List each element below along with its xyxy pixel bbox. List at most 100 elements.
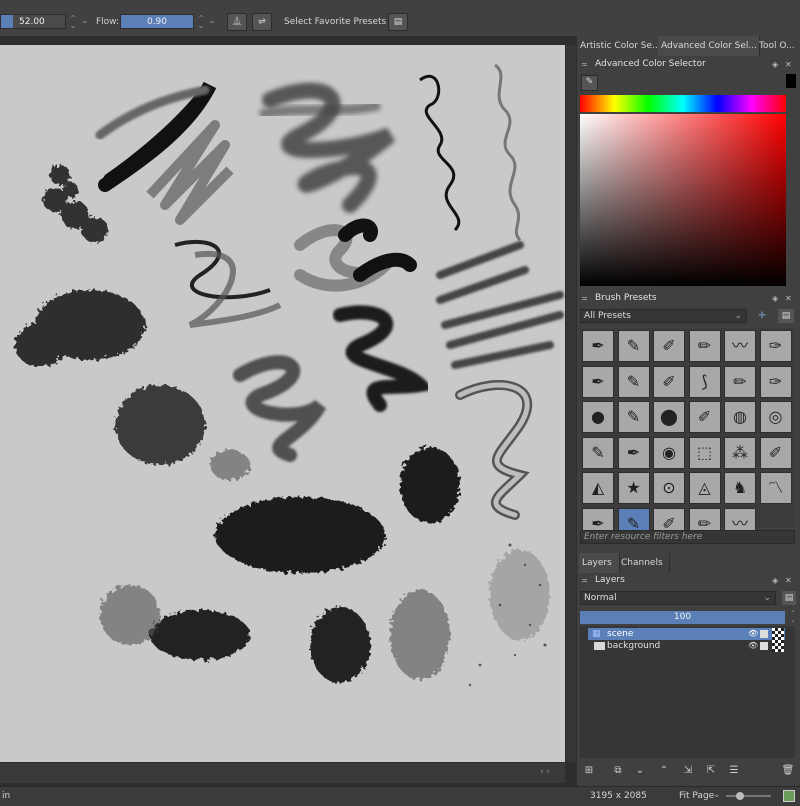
brush-tip-icon: 〰 xyxy=(731,336,748,355)
size-dropdown-icon[interactable]: ⌄ xyxy=(81,16,89,26)
current-color-swatch[interactable] xyxy=(786,74,796,88)
brush-preset-thumbnail[interactable]: ✎ xyxy=(617,365,650,398)
brush-preset-thumbnail[interactable]: ◍ xyxy=(724,401,756,433)
layer-properties-icon[interactable]: ▤ xyxy=(782,591,796,605)
brush-preset-thumbnail[interactable]: ⬤ xyxy=(653,401,685,433)
close-icon[interactable]: ✕ xyxy=(785,292,792,305)
canvas-vertical-scrollbar[interactable] xyxy=(566,45,576,762)
flatten-icon[interactable]: ⇱ xyxy=(703,763,719,779)
float-icon[interactable]: ◈ xyxy=(772,58,778,71)
layer-row-scene[interactable]: ▦ scene 👁 xyxy=(588,628,785,640)
favorite-presets-label[interactable]: Select Favorite Presets xyxy=(284,17,386,27)
delete-layer-icon[interactable]: 🗑 xyxy=(780,763,796,779)
brush-tip-icon: ✏ xyxy=(697,336,712,355)
status-text: in xyxy=(2,791,11,801)
brush-preset-thumbnail[interactable]: ⁂ xyxy=(724,436,756,469)
zoom-mode-select[interactable]: Fit Page xyxy=(679,791,714,801)
brush-preset-thumbnail[interactable]: ✎ xyxy=(617,401,650,433)
opacity-slider[interactable]: 100 xyxy=(580,611,785,624)
brush-preset-thumbnail[interactable]: ◭ xyxy=(582,472,614,504)
brush-preset-thumbnail[interactable]: 〰 xyxy=(724,330,756,362)
brush-preset-thumbnail[interactable]: ✒ xyxy=(617,436,650,469)
brush-preset-thumbnail[interactable]: ✐ xyxy=(653,330,685,362)
tab-channels[interactable]: Channels xyxy=(618,553,670,573)
brush-preset-thumbnail[interactable]: ♞ xyxy=(724,472,756,504)
tab-artistic-color-selector[interactable]: Artistic Color Se... xyxy=(577,36,662,56)
collapse-icon[interactable]: ≍ xyxy=(581,292,588,305)
opacity-spin-icon[interactable]: ⌃ ⌄ xyxy=(788,610,798,625)
flow-spin-arrows-icon[interactable]: ⌃ ⌄ xyxy=(196,15,206,30)
close-icon[interactable]: ✕ xyxy=(785,58,792,71)
brush-preset-thumbnail[interactable]: ✑ xyxy=(759,365,792,398)
brush-preset-thumbnail[interactable]: ✏ xyxy=(724,365,756,398)
mirror-horizontal-icon[interactable]: ⏅ xyxy=(227,13,247,31)
brush-preset-thumbnail[interactable]: 〽 xyxy=(759,472,792,504)
status-bar: in 3195 x 2085 Fit Page ⌄ xyxy=(0,786,800,806)
brush-preset-thumbnail[interactable]: ⬚ xyxy=(688,436,721,469)
alpha-lock-icon[interactable] xyxy=(760,642,768,650)
view-mode-icon[interactable]: ▤ xyxy=(778,309,794,323)
color-picker-eyedropper-icon[interactable]: ✎ xyxy=(581,75,598,91)
eye-icon[interactable]: 👁 xyxy=(748,628,758,640)
brush-preset-thumbnail[interactable]: ◬ xyxy=(688,472,721,504)
brush-preset-thumbnail[interactable]: ✎ xyxy=(582,436,614,469)
size-spin-arrows-icon[interactable]: ⌃ ⌄ xyxy=(68,15,78,30)
brush-preset-thumbnail[interactable]: ● xyxy=(582,401,614,433)
brush-tip-icon: ✎ xyxy=(626,371,641,391)
saturation-value-field[interactable] xyxy=(580,114,786,286)
brush-preset-thumbnail[interactable]: ◉ xyxy=(653,436,685,469)
flow-field[interactable]: 0.90 xyxy=(120,14,194,29)
brush-preset-thumbnail[interactable]: ⟆ xyxy=(688,365,721,398)
favorite-presets-icon[interactable]: ▤ xyxy=(388,13,408,31)
collapse-icon[interactable]: ≍ xyxy=(581,58,588,71)
blend-mode-select[interactable]: Normal ⌄ xyxy=(580,591,776,605)
float-icon[interactable]: ◈ xyxy=(772,292,778,305)
color-selector-header: ≍ Advanced Color Selector ◈ ✕ xyxy=(577,58,800,71)
brush-tip-icon: ⬤ xyxy=(660,407,678,426)
tab-advanced-color-selector[interactable]: Advanced Color Sel... xyxy=(658,36,760,56)
float-icon[interactable]: ◈ xyxy=(772,574,778,587)
brush-preset-thumbnail[interactable]: ✑ xyxy=(759,330,792,362)
mirror-vertical-icon[interactable]: ⇌ xyxy=(252,13,272,31)
layer-options-icon[interactable]: ☰ xyxy=(726,763,742,779)
brush-presets-header: ≍ Brush Presets ◈ ✕ xyxy=(577,292,800,305)
layer-row-background[interactable]: background 👁 xyxy=(588,640,785,652)
tag-menu-icon[interactable]: ✛ xyxy=(752,309,772,323)
alpha-lock-icon[interactable] xyxy=(760,630,768,638)
brush-tip-icon: 〽 xyxy=(767,478,784,497)
brush-preset-thumbnail[interactable]: ✎ xyxy=(617,330,650,362)
size-field[interactable]: 52.00 xyxy=(0,14,66,29)
tab-layers[interactable]: Layers xyxy=(579,553,620,573)
brush-tip-icon: ✐ xyxy=(662,371,676,391)
brush-preset-thumbnail[interactable]: ✐ xyxy=(759,436,792,469)
brush-preset-thumbnail[interactable]: ✒ xyxy=(582,330,614,362)
scroll-arrows-icon[interactable]: ‹ › xyxy=(540,767,550,777)
canvas-horizontal-scrollbar[interactable]: ‹ › xyxy=(0,763,565,783)
brush-preset-thumbnail[interactable]: ◎ xyxy=(759,401,792,433)
brush-preset-thumbnail[interactable]: ✐ xyxy=(653,365,685,398)
merge-down-icon[interactable]: ⇲ xyxy=(680,763,696,779)
image-dimensions: 3195 x 2085 xyxy=(590,791,647,801)
tab-tool-options[interactable]: Tool O... xyxy=(756,36,800,56)
preset-search-input[interactable]: Enter resource filters here xyxy=(580,530,795,544)
move-layer-down-icon[interactable]: ⌄ xyxy=(632,763,648,779)
hue-slider[interactable] xyxy=(580,95,786,112)
preset-filter-select[interactable]: All Presets ⌄ xyxy=(580,309,747,323)
brush-preset-thumbnail[interactable]: ✒ xyxy=(582,365,614,398)
brush-preset-thumbnail[interactable]: ⊙ xyxy=(653,472,685,504)
add-layer-icon[interactable]: ⊞ xyxy=(581,763,597,779)
brush-tip-icon: ✒ xyxy=(626,442,641,462)
zoom-slider-handle[interactable] xyxy=(736,792,744,800)
eye-icon[interactable]: 👁 xyxy=(748,640,758,652)
duplicate-layer-icon[interactable]: ⧉ xyxy=(610,763,626,779)
canvas-icon[interactable] xyxy=(783,790,795,802)
brush-preset-thumbnail[interactable]: ✐ xyxy=(688,401,721,433)
collapse-icon[interactable]: ≍ xyxy=(581,574,588,587)
brush-preset-thumbnail[interactable]: ★ xyxy=(617,472,650,504)
move-layer-up-icon[interactable]: ⌃ xyxy=(656,763,672,779)
zoom-slider[interactable] xyxy=(726,795,771,797)
flow-dropdown-icon[interactable]: ⌄ xyxy=(208,16,216,26)
brush-preset-thumbnail[interactable]: ✏ xyxy=(688,330,721,362)
canvas[interactable] xyxy=(0,45,565,762)
close-icon[interactable]: ✕ xyxy=(785,574,792,587)
